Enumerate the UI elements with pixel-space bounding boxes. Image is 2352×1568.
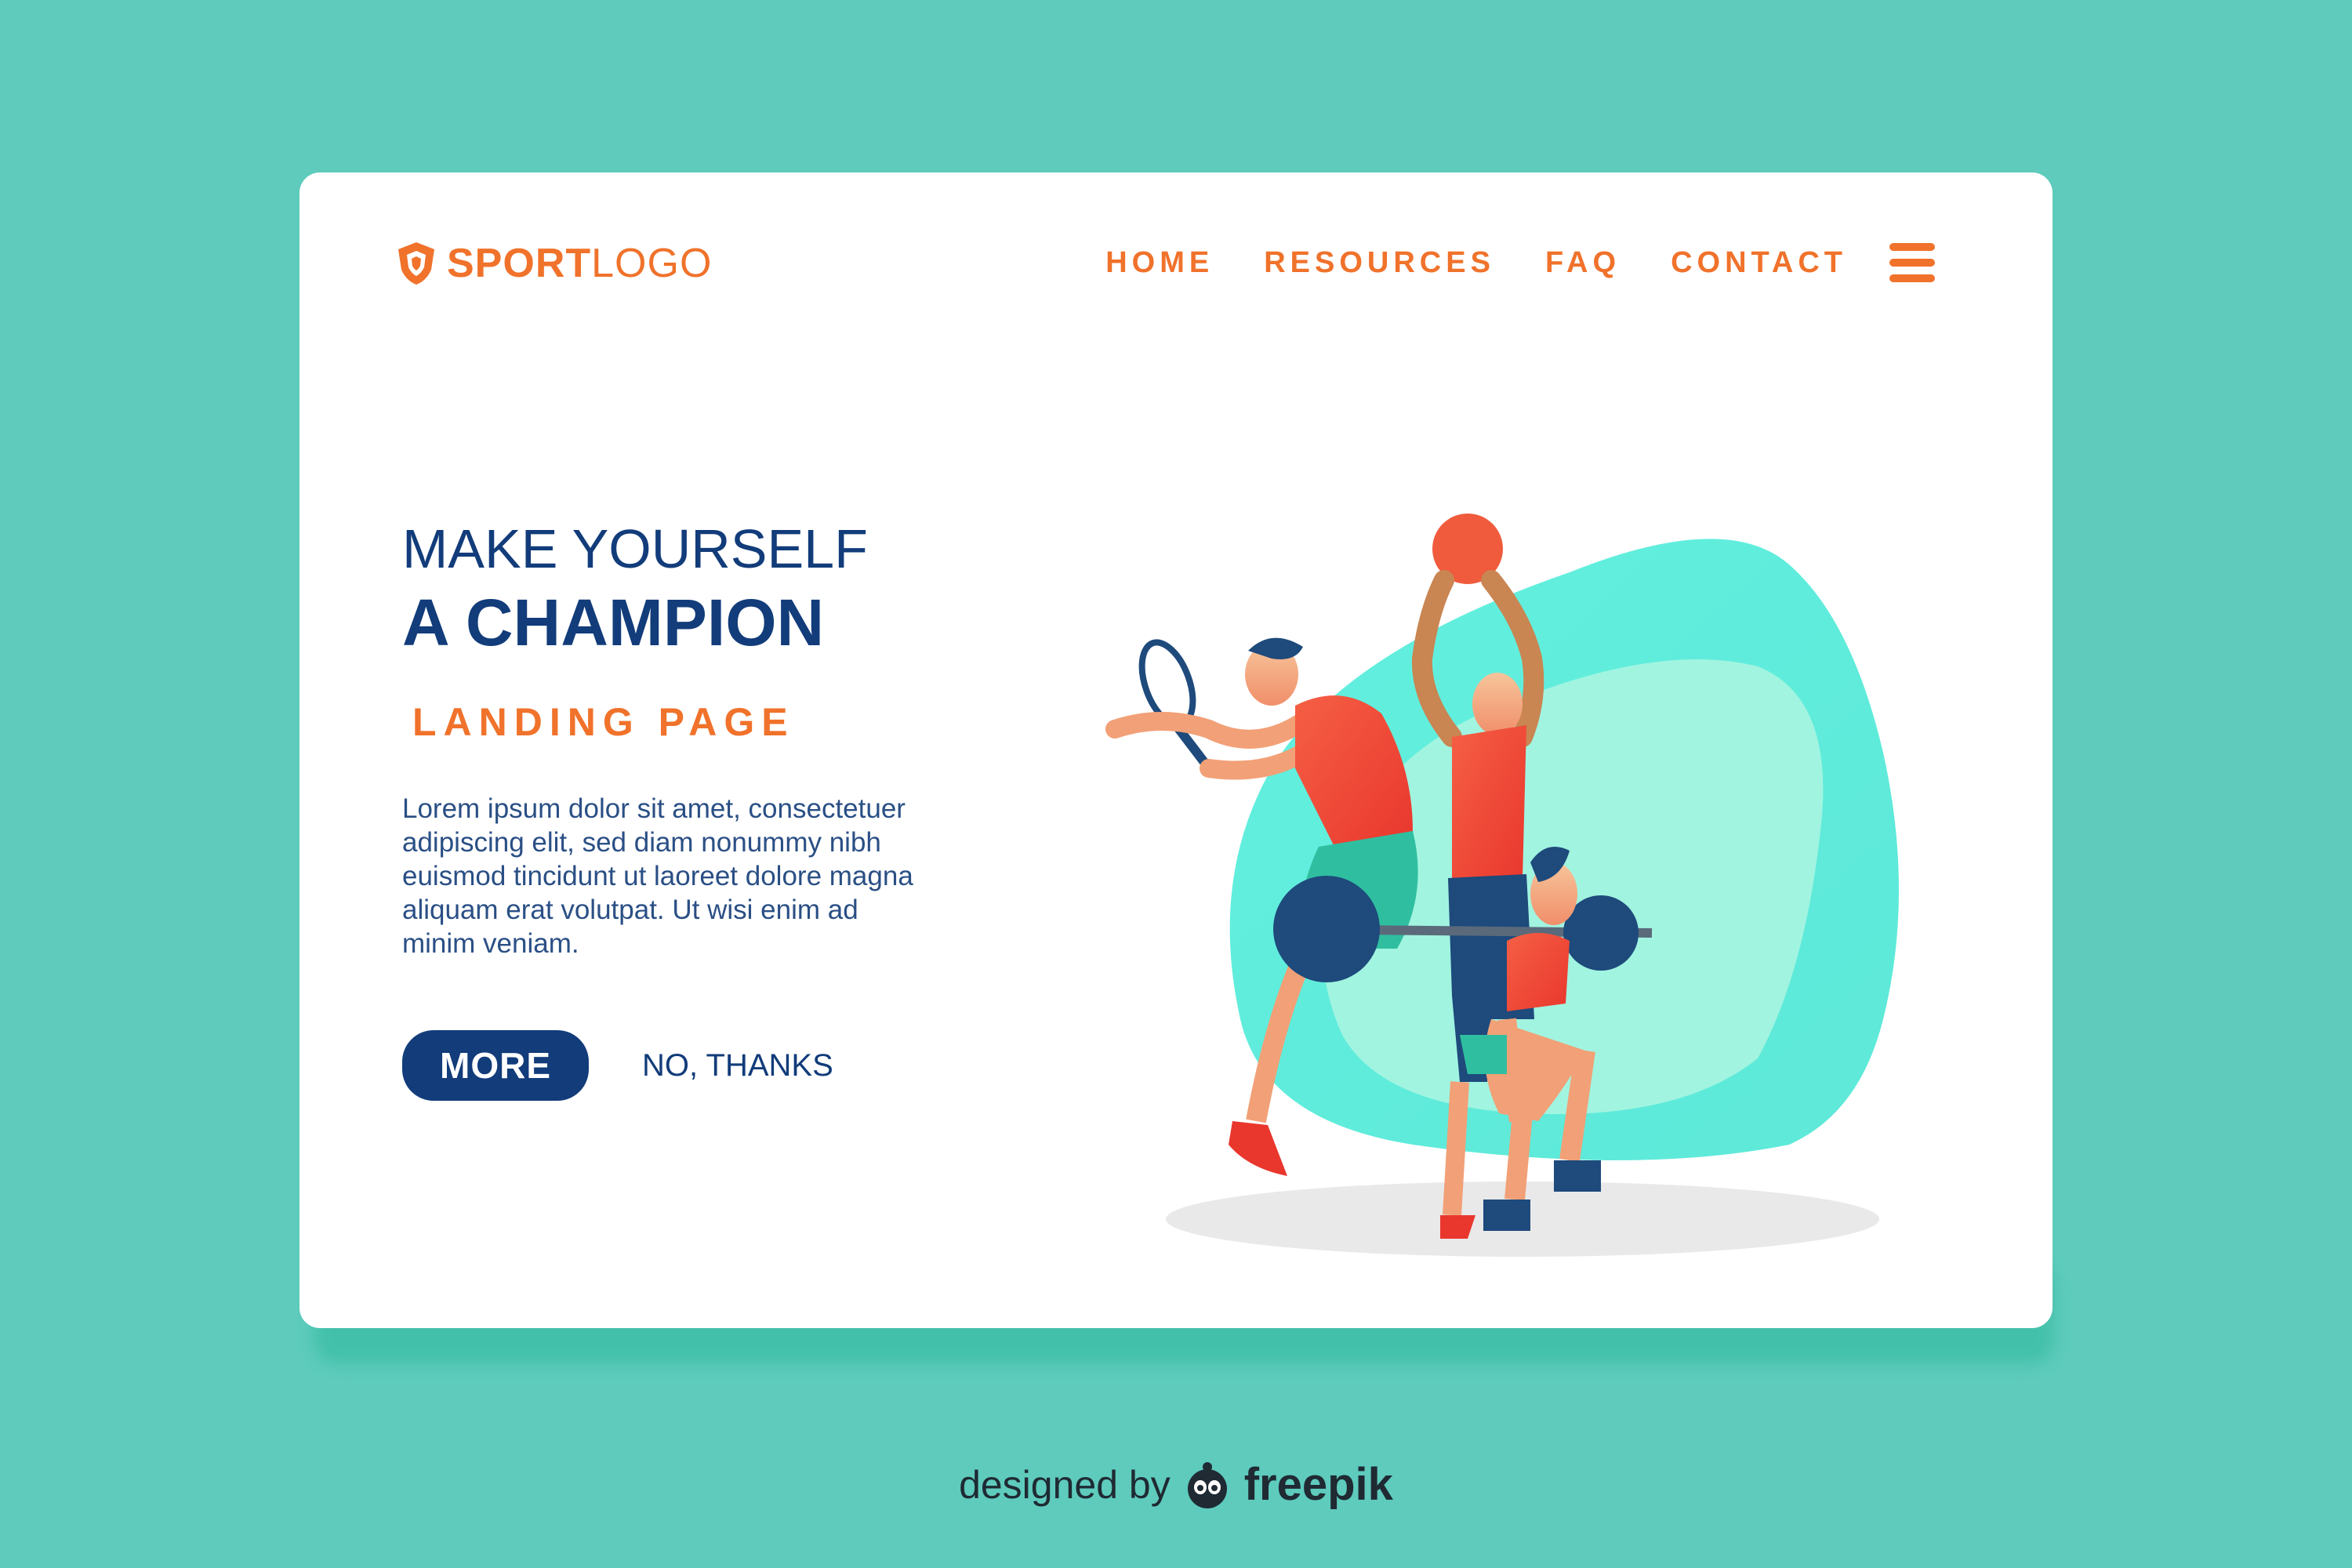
logo-text: SPORTLOGO	[447, 240, 712, 287]
more-button[interactable]: MORE	[402, 1030, 589, 1101]
nav-contact[interactable]: CONTACT	[1671, 246, 1847, 280]
shield-icon	[398, 242, 434, 285]
footer-brand: freepik	[1243, 1459, 1393, 1510]
footer-prefix: designed by	[959, 1462, 1171, 1507]
hamburger-menu-icon[interactable]	[1889, 243, 1935, 282]
nav-faq[interactable]: FAQ	[1545, 246, 1621, 280]
logo-text-bold: SPORT	[447, 241, 592, 286]
logo-text-light: LOGO	[591, 241, 713, 286]
freepik-logo-icon	[1187, 1461, 1227, 1508]
hero-title-line1: MAKE YOURSELF	[402, 518, 868, 579]
nav-resources[interactable]: RESOURCES	[1264, 246, 1495, 280]
main-nav: HOME RESOURCES FAQ CONTACT	[1105, 243, 1935, 282]
no-thanks-link[interactable]: NO, THANKS	[642, 1048, 833, 1083]
landing-card: SPORTLOGO HOME RESOURCES FAQ CONTACT MAK…	[299, 172, 2053, 1328]
footer-credit: designed by freepik	[0, 1458, 2352, 1511]
sports-illustration	[1105, 514, 1899, 1257]
hero-title-line2: A CHAMPION	[402, 586, 825, 659]
hero-body-text: Lorem ipsum dolor sit amet, consectetuer…	[402, 793, 913, 959]
hero-subtitle: LANDING PAGE	[412, 700, 795, 744]
nav-home[interactable]: HOME	[1105, 246, 1214, 280]
barbell-plate-left	[1273, 876, 1380, 982]
site-logo[interactable]: SPORTLOGO	[395, 240, 712, 287]
